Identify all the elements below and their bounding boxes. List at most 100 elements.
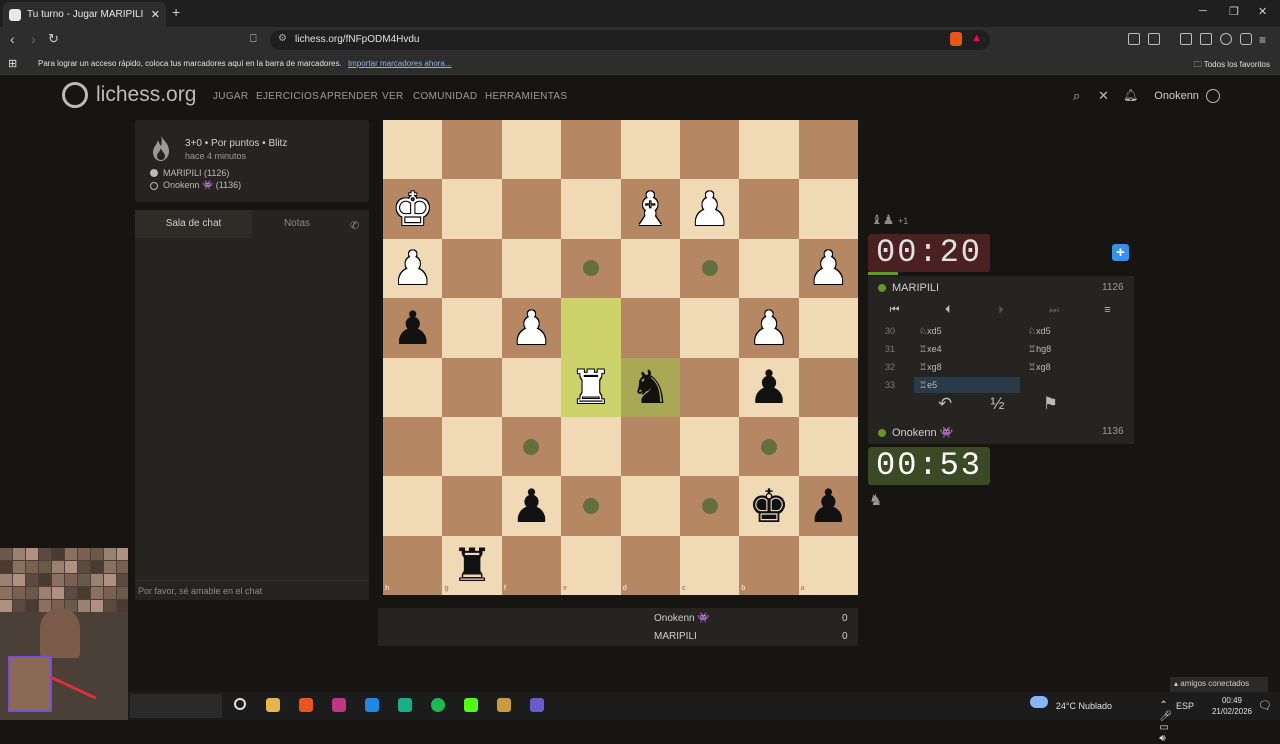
black-pawn-icon[interactable]: ♟ bbox=[502, 476, 561, 535]
add-time-button[interactable]: + bbox=[1112, 244, 1129, 261]
takeback-icon[interactable]: ↶ bbox=[938, 394, 952, 414]
menu-ver[interactable]: VER bbox=[382, 91, 403, 102]
white-pawn-icon[interactable]: ♟ bbox=[799, 239, 858, 298]
square-e8[interactable] bbox=[561, 535, 621, 595]
import-bookmarks-link[interactable]: Importar marcadores ahora... bbox=[348, 59, 452, 68]
address-bar[interactable]: ⚙ lichess.org/fNFpODM4Hvdu ▲ bbox=[270, 30, 990, 50]
bottom-player-name[interactable]: Onokenn 👾 bbox=[878, 426, 953, 439]
brave-icon[interactable] bbox=[299, 698, 313, 712]
top-player-name[interactable]: MARIPILI bbox=[878, 282, 939, 294]
wallet-icon[interactable] bbox=[1148, 33, 1160, 45]
square-f3[interactable] bbox=[501, 238, 562, 299]
black-rook-icon[interactable]: ♜ bbox=[442, 536, 501, 595]
square-g7[interactable] bbox=[442, 476, 502, 536]
app-icon[interactable] bbox=[365, 698, 379, 712]
square-g6[interactable] bbox=[442, 416, 502, 477]
white-pawn-icon[interactable]: ♟ bbox=[739, 298, 798, 357]
tab-notes[interactable]: Notas bbox=[252, 210, 342, 238]
notifications-icon[interactable]: 🔔︎ bbox=[1123, 88, 1138, 102]
square-d6[interactable] bbox=[620, 416, 680, 477]
file-explorer-icon[interactable] bbox=[266, 698, 280, 712]
square-f1[interactable] bbox=[501, 120, 562, 180]
black-move[interactable]: ♖hg8 bbox=[1028, 344, 1051, 355]
kick-icon[interactable] bbox=[464, 698, 478, 712]
square-e2[interactable] bbox=[561, 179, 621, 239]
black-pawn-icon[interactable]: ♟ bbox=[799, 476, 858, 535]
next-move-icon[interactable]: ⏵ bbox=[974, 300, 1027, 322]
prev-move-icon[interactable]: ⏴ bbox=[921, 300, 974, 322]
all-bookmarks-button[interactable]: 🗀 Todos los favoritos bbox=[1194, 59, 1270, 73]
black-player-line[interactable]: Onokenn 👾 (1136) bbox=[150, 180, 241, 191]
square-a5[interactable] bbox=[798, 357, 858, 417]
browser-tab[interactable]: Tu turno - Jugar MARIPILI • l… ✕ bbox=[3, 2, 166, 27]
square-g2[interactable] bbox=[442, 179, 502, 239]
notifications-icon[interactable]: 🗨︎ bbox=[1258, 699, 1272, 712]
brave-rewards-icon[interactable]: ▲ bbox=[971, 32, 982, 44]
site-info-icon[interactable]: ⚙ bbox=[278, 33, 287, 44]
square-d4[interactable] bbox=[620, 298, 680, 358]
chess-board[interactable]: ♚ ♝ ♟ ♟ ♟ ♟ ♟ ♟ ♜ ♞ ♟ ♟ ♚ ♟ ♜ 1 2 3 4 5 6 7 8 h g f e d c b a bbox=[383, 120, 858, 595]
square-b3[interactable] bbox=[739, 238, 799, 299]
square-c6[interactable] bbox=[679, 416, 740, 477]
square-e6[interactable] bbox=[561, 416, 621, 477]
square-g4[interactable] bbox=[442, 298, 502, 358]
square-b8[interactable] bbox=[739, 535, 799, 595]
square-d3[interactable] bbox=[620, 238, 680, 299]
square-c4[interactable] bbox=[679, 298, 740, 358]
square-h1[interactable] bbox=[383, 120, 443, 180]
leo-icon[interactable] bbox=[1200, 33, 1212, 45]
square-a6[interactable] bbox=[798, 416, 858, 477]
square-c5[interactable] bbox=[679, 357, 740, 417]
square-h6[interactable] bbox=[383, 416, 443, 477]
white-bishop-icon[interactable]: ♝ bbox=[621, 179, 680, 238]
menu-ejercicios[interactable]: EJERCICIOS bbox=[256, 91, 319, 102]
draw-offer-icon[interactable]: ½ bbox=[990, 394, 1004, 414]
apps-grid-icon[interactable]: ⊞ bbox=[8, 57, 17, 70]
app-icon[interactable] bbox=[530, 698, 544, 712]
square-c8[interactable] bbox=[679, 535, 740, 595]
square-h5[interactable] bbox=[383, 357, 443, 417]
white-pawn-icon[interactable]: ♟ bbox=[680, 179, 739, 238]
square-g5[interactable] bbox=[442, 357, 502, 417]
black-move[interactable]: ♖xg8 bbox=[1028, 362, 1051, 373]
white-move[interactable]: ♖xg8 bbox=[919, 362, 942, 373]
language[interactable]: ESP bbox=[1176, 701, 1194, 711]
taskbar-search[interactable] bbox=[130, 694, 222, 718]
white-king-icon[interactable]: ♚ bbox=[383, 179, 442, 238]
resign-flag-icon[interactable]: ⚑ bbox=[1043, 394, 1058, 414]
white-move[interactable]: ♖e5 bbox=[919, 380, 937, 391]
clock-time[interactable]: 00:49 bbox=[1222, 696, 1242, 705]
square-g3[interactable] bbox=[442, 238, 502, 299]
brave-shields-icon[interactable] bbox=[950, 32, 962, 46]
clock-date[interactable]: 21/02/2026 bbox=[1212, 707, 1252, 716]
instagram-icon[interactable] bbox=[332, 698, 346, 712]
site-logo[interactable]: lichess.org bbox=[62, 82, 196, 108]
weather-text[interactable]: 24°C Nublado bbox=[1056, 701, 1112, 711]
black-pawn-icon[interactable]: ♟ bbox=[383, 298, 442, 357]
square-f2[interactable] bbox=[501, 179, 562, 239]
shield-icon[interactable] bbox=[1240, 33, 1252, 45]
square-h7[interactable] bbox=[383, 476, 443, 536]
phone-icon[interactable]: ✆ bbox=[350, 219, 359, 232]
black-move[interactable]: ♘xd5 bbox=[1028, 326, 1051, 337]
menu-icon[interactable]: ≡ bbox=[1259, 33, 1266, 47]
back-icon[interactable]: ‹ bbox=[10, 31, 15, 47]
maximize-icon[interactable]: ❐ bbox=[1229, 5, 1239, 18]
black-knight-icon[interactable]: ♞ bbox=[621, 358, 680, 417]
friends-online-button[interactable]: ▴ amigos conectados bbox=[1170, 677, 1268, 692]
tab-chat[interactable]: Sala de chat bbox=[135, 210, 252, 238]
square-f5[interactable] bbox=[501, 357, 562, 417]
white-player-line[interactable]: MARIPILI (1126) bbox=[150, 168, 229, 178]
cortana-icon[interactable] bbox=[234, 698, 246, 710]
square-b2[interactable] bbox=[739, 179, 799, 239]
square-d1[interactable] bbox=[620, 120, 680, 180]
square-f8[interactable] bbox=[501, 535, 562, 595]
menu-herramientas[interactable]: HERRAMIENTAS bbox=[485, 91, 567, 102]
square-a8[interactable] bbox=[798, 535, 858, 595]
tray-icons[interactable]: ⌃ 🎤︎ ▭ 🔊︎ bbox=[1159, 700, 1172, 744]
close-window-icon[interactable]: ✕ bbox=[1258, 5, 1267, 18]
square-e1[interactable] bbox=[561, 120, 621, 180]
chat-input[interactable]: Por favor, sé amable en el chat bbox=[135, 580, 369, 600]
vpn-icon[interactable] bbox=[1220, 33, 1232, 45]
app-icon[interactable] bbox=[398, 698, 412, 712]
